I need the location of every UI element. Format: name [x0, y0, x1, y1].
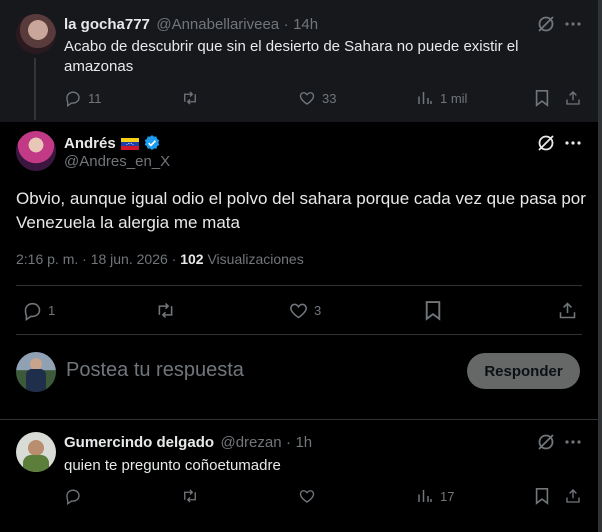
like-action[interactable]: 3 — [288, 300, 321, 321]
separator: · — [286, 434, 292, 451]
reply-action[interactable]: 11 — [64, 89, 102, 107]
display-name[interactable]: la gocha777 — [64, 16, 150, 33]
handle[interactable]: @Annabellariveea — [156, 16, 279, 33]
retweet-icon — [180, 89, 200, 107]
avatar-reply[interactable] — [16, 432, 56, 472]
avatar-self[interactable] — [16, 352, 56, 392]
share-icon[interactable] — [564, 89, 582, 107]
grok-icon[interactable] — [536, 133, 556, 153]
grok-icon[interactable] — [536, 14, 556, 34]
more-icon[interactable] — [563, 432, 583, 452]
retweet-action[interactable] — [180, 89, 200, 107]
tweet-meta: 2:16 p. m. · 18 jun. 2026 · 102 Visualiz… — [16, 251, 304, 267]
bookmark-icon[interactable] — [534, 487, 550, 505]
display-name[interactable]: Andrés — [64, 135, 116, 152]
avatar-parent[interactable] — [16, 14, 56, 54]
tweet-text: quien te pregunto coñoetumadre — [64, 457, 281, 474]
reply-count: 11 — [88, 90, 102, 106]
parent-tweet[interactable]: la gocha777 @Annabellariveea · 14h Acabo… — [0, 0, 598, 122]
scrollbar-track[interactable] — [598, 0, 602, 532]
thread-line — [34, 58, 36, 120]
tweet-text: Acabo de descubrir que sin el desierto d… — [64, 38, 519, 75]
reply-action[interactable]: 1 — [22, 300, 55, 321]
views-action[interactable]: 1 mil — [416, 89, 467, 107]
verified-badge-icon[interactable] — [143, 134, 161, 152]
like-icon — [298, 89, 316, 107]
views-icon — [416, 487, 434, 505]
retweet-icon[interactable] — [180, 487, 200, 505]
reply-button[interactable]: Responder — [467, 353, 580, 389]
divider — [16, 285, 582, 286]
avatar-main[interactable] — [16, 131, 56, 171]
reply-icon[interactable] — [64, 487, 82, 505]
views-count: 102 — [180, 251, 204, 267]
like-count: 3 — [314, 303, 322, 318]
reply-count: 1 — [48, 303, 56, 318]
handle[interactable]: @drezan — [220, 434, 281, 451]
like-count: 33 — [322, 90, 337, 106]
timestamp[interactable]: 2:16 p. m. · 18 jun. 2026 · — [16, 251, 180, 267]
main-author: Andrés — [64, 134, 161, 152]
more-icon[interactable] — [563, 133, 583, 153]
like-icon[interactable] — [298, 487, 316, 505]
separator: · — [283, 16, 289, 33]
grok-icon[interactable] — [536, 432, 556, 452]
bookmark-icon[interactable] — [424, 300, 442, 321]
venezuela-flag-icon — [120, 137, 139, 150]
compose-placeholder[interactable]: Postea tu respuesta — [66, 359, 244, 382]
share-icon[interactable] — [557, 300, 578, 321]
parent-header: la gocha777 @Annabellariveea · 14h — [64, 16, 318, 34]
like-action[interactable]: 33 — [298, 89, 336, 107]
reply-icon — [22, 300, 43, 321]
bookmark-icon[interactable] — [534, 89, 550, 107]
divider — [16, 334, 582, 335]
main-tweet-text: Obvio, aunque igual odio el polvo del sa… — [16, 189, 586, 232]
divider — [0, 419, 598, 420]
reply-header: Gumercindo delgado @drezan · 1h — [64, 434, 312, 452]
handle[interactable]: @Andres_en_X — [64, 153, 170, 170]
display-name[interactable]: Gumercindo delgado — [64, 434, 214, 451]
time[interactable]: 1h — [295, 434, 312, 451]
like-icon — [288, 300, 309, 321]
views-count: 17 — [440, 488, 455, 504]
retweet-icon[interactable] — [154, 300, 177, 321]
more-icon[interactable] — [563, 14, 583, 34]
views-count: 1 mil — [440, 90, 468, 106]
views-action[interactable]: 17 — [416, 487, 454, 505]
views-icon — [416, 89, 434, 107]
reply-icon — [64, 89, 82, 107]
time[interactable]: 14h — [293, 16, 318, 33]
share-icon[interactable] — [564, 487, 582, 505]
views-label: Visualizaciones — [203, 251, 304, 267]
